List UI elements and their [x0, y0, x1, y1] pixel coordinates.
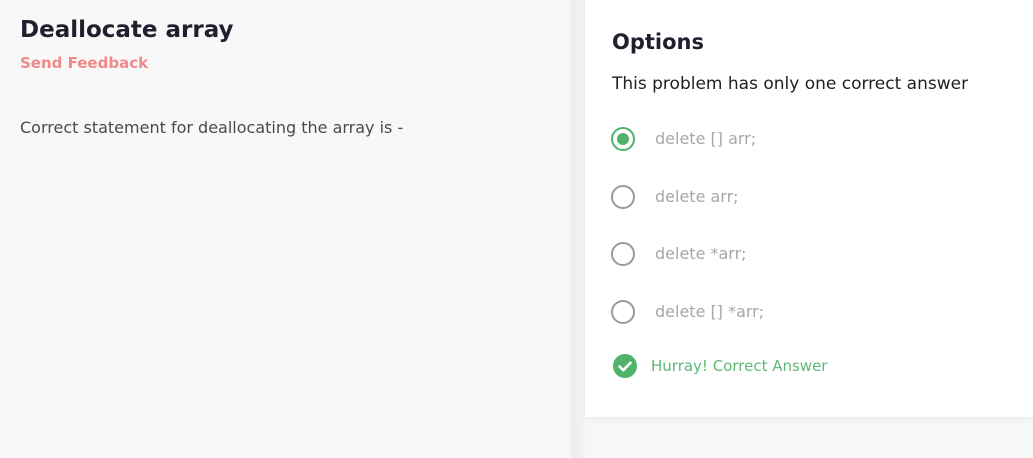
result-text: Hurray! Correct Answer [651, 357, 828, 375]
option-label: delete arr; [655, 187, 739, 206]
option-label: delete [] *arr; [655, 302, 765, 321]
problem-statement: Correct statement for deallocating the a… [20, 118, 404, 137]
result-message: Hurray! Correct Answer [613, 354, 827, 378]
radio-icon[interactable] [611, 242, 635, 266]
option-4[interactable]: delete [] *arr; [611, 296, 764, 328]
radio-icon[interactable] [611, 185, 635, 209]
options-heading: Options [612, 30, 704, 54]
option-2[interactable]: delete arr; [611, 181, 739, 213]
problem-panel: Deallocate array Send Feedback Correct s… [0, 0, 571, 458]
send-feedback-link[interactable]: Send Feedback [20, 53, 148, 73]
panel-divider [571, 0, 585, 458]
option-1[interactable]: delete [] arr; [611, 123, 756, 155]
option-label: delete [] arr; [655, 129, 757, 148]
radio-icon[interactable] [611, 300, 635, 324]
check-circle-icon [613, 354, 637, 378]
radio-selected-icon[interactable] [611, 127, 635, 151]
options-subtitle: This problem has only one correct answer [612, 74, 969, 94]
options-card: Options This problem has only one correc… [585, 0, 1033, 417]
option-3[interactable]: delete *arr; [611, 238, 747, 270]
problem-title: Deallocate array [20, 17, 234, 43]
option-label: delete *arr; [655, 244, 747, 263]
